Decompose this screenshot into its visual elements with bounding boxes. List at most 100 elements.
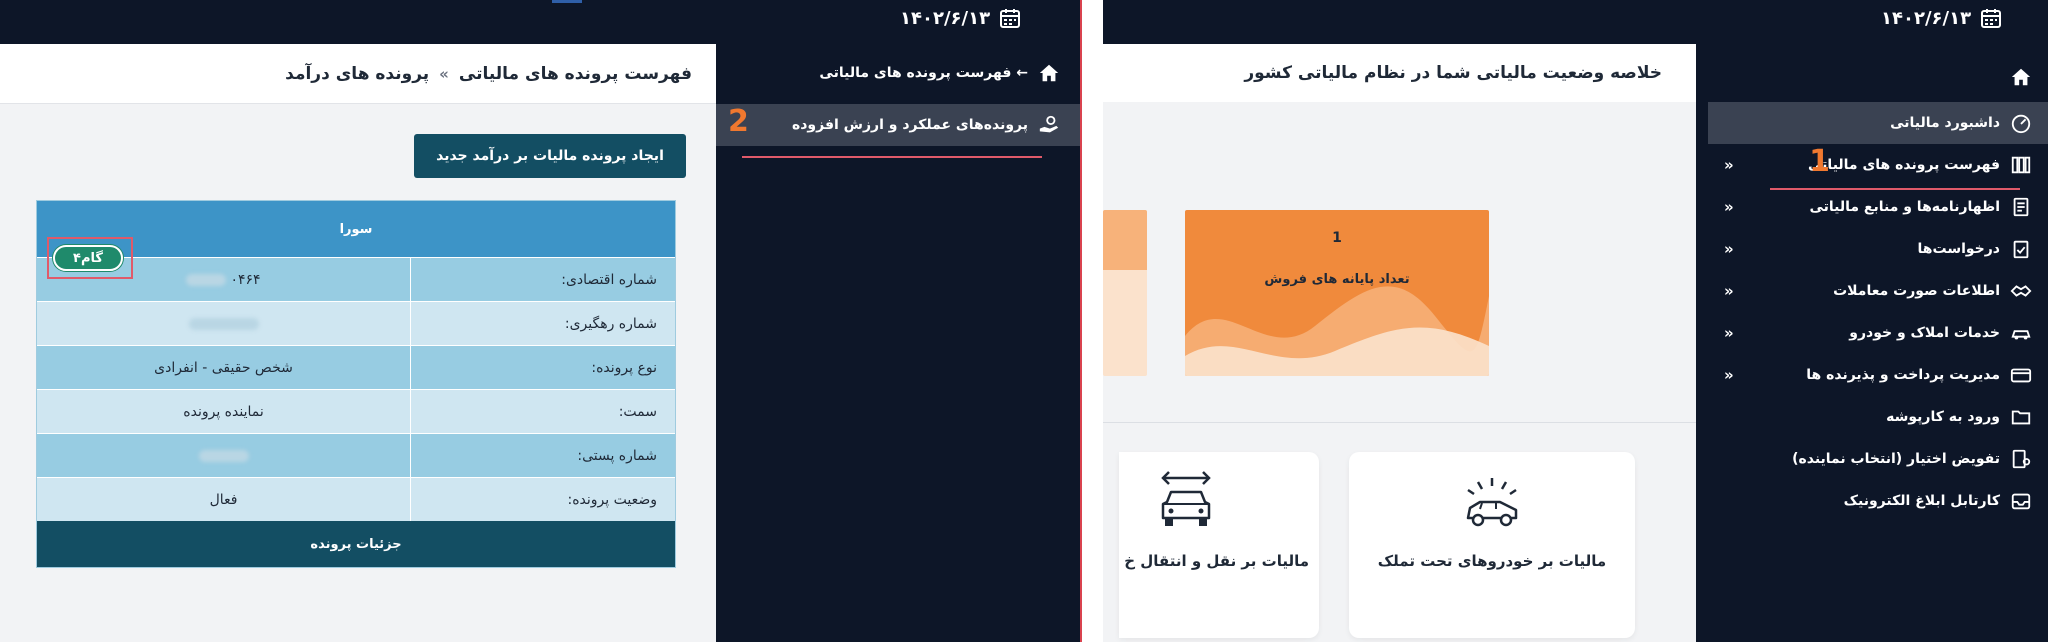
sidebar-item[interactable]: مدیریت پرداخت و پذیرنده ها « — [1708, 354, 2048, 396]
screenshot-gap — [1082, 0, 1103, 642]
right-screen: ۱۴۰۲/۶/۱۳ داشبورد مالیاتی فهرست پرونده ها… — [1103, 0, 2048, 642]
sidebar-item[interactable]: کارتابل ابلاغ الکترونیک — [1708, 480, 2048, 522]
sidebar-item[interactable]: خدمات املاک و خودرو « — [1708, 312, 2048, 354]
handshake-icon — [2010, 285, 2032, 297]
table-row: شماره پستی: — [37, 433, 675, 477]
sidebar-item[interactable]: درخواست‌ها « — [1708, 228, 2048, 270]
gauge-icon — [2011, 114, 2031, 134]
redacted-value — [198, 449, 249, 462]
car-transfer-icon — [1161, 471, 1211, 526]
partial-card-top — [1103, 210, 1147, 270]
date-display: ۱۴۰۲/۶/۱۳ — [900, 6, 1022, 30]
table-row: شماره رهگیری: — [37, 301, 675, 345]
sidebar-item-performance-files[interactable]: پرونده‌های عملکرد و ارزش افزوده 2 — [716, 104, 1080, 146]
request-icon — [2013, 240, 2029, 259]
sidebar-item[interactable]: اظهارنامه‌ها و منابع مالیاتی « — [1708, 186, 2048, 228]
sidebar-item[interactable]: تفویض اختیار (انتخاب نماینده) — [1708, 438, 2048, 480]
breadcrumb: فهرست پرونده های مالیاتی » پرونده های در… — [0, 44, 716, 104]
sidebar-item[interactable]: ورود به کارپوشه — [1708, 396, 2048, 438]
car-icon — [2011, 330, 2031, 340]
annotation-number: 1 — [1809, 144, 1830, 179]
sidebar-item-label: خدمات املاک و خودرو — [1849, 325, 2000, 341]
table-row: نوع پرونده: شخص حقیقی - انفرادی — [37, 345, 675, 389]
breadcrumb-parent[interactable]: فهرست پرونده های مالیاتی — [459, 64, 692, 84]
stat-card-pos-terminals[interactable]: 1 تعداد پایانه های فروش — [1185, 210, 1489, 376]
summary-title: خلاصه وضعیت مالیاتی شما در نظام مالیاتی … — [1103, 44, 1696, 102]
chevron-double-icon[interactable]: « — [1724, 324, 1742, 342]
file-details-button[interactable]: جزئیات پرونده — [37, 521, 675, 567]
row-value: فعال — [209, 491, 238, 508]
highlight-underline — [1770, 188, 2020, 190]
row-value — [37, 434, 410, 477]
chevron-double-icon[interactable]: « — [1724, 156, 1742, 174]
row-label: نوع پرونده: — [410, 346, 675, 389]
top-bar: ۱۴۰۲/۶/۱۳ — [0, 0, 1080, 44]
tile-owned-vehicles-tax[interactable]: مالیات بر خودروهای تحت تملک — [1349, 452, 1635, 638]
sidebar: داشبورد مالیاتی فهرست پرونده های مالیاتی «… — [1696, 44, 2048, 642]
breadcrumb-separator: » — [439, 64, 449, 83]
stat-label: تعداد پایانه های فروش — [1264, 272, 1410, 287]
sidebar-item[interactable]: فهرست پرونده های مالیاتی « — [1708, 144, 2048, 186]
sidebar: ← فهرست پرونده های مالیاتی پرونده‌های عم… — [716, 44, 1080, 642]
hand-coin-icon — [1039, 115, 1059, 133]
stat-value: 1 — [1332, 230, 1342, 246]
card-icon — [2010, 368, 2032, 383]
row-value: شخص حقیقی - انفرادی — [154, 359, 293, 376]
home-icon[interactable] — [2010, 66, 2032, 88]
economic-number-value: ۰۴۶۴ — [230, 271, 261, 288]
table-row: وضعیت پرونده: فعال — [37, 477, 675, 521]
tile-label: مالیات بر خودروهای تحت تملک — [1377, 552, 1607, 570]
sidebar-item[interactable]: داشبورد مالیاتی — [1708, 102, 2048, 144]
chevron-double-icon[interactable]: « — [1724, 282, 1742, 300]
tile-label: مالیات بر نقل و انتقال خ — [1124, 552, 1309, 570]
document-icon — [2013, 197, 2029, 217]
car-alert-icon — [1466, 478, 1518, 527]
chevron-double-icon[interactable]: « — [1724, 198, 1742, 216]
redacted-value — [188, 317, 259, 330]
sidebar-item-label: پرونده‌های عملکرد و ارزش افزوده — [791, 117, 1028, 133]
left-screen: ۱۴۰۲/۶/۱۳ ← فهرست پرونده های مالیاتی پرو… — [0, 0, 1080, 642]
date-text: ۱۴۰۲/۶/۱۳ — [1881, 7, 1972, 29]
date-display: ۱۴۰۲/۶/۱۳ — [1881, 6, 2003, 30]
sidebar-item-label: مدیریت پرداخت و پذیرنده ها — [1806, 367, 2000, 383]
calendar-icon[interactable] — [1979, 6, 2003, 30]
table-row: سمت: نماینده پرونده — [37, 389, 675, 433]
top-bar: ۱۴۰۲/۶/۱۳ — [1103, 0, 2048, 44]
sidebar-item-label: کارتابل ابلاغ الکترونیک — [1843, 493, 2000, 509]
sidebar-back-label: ← فهرست پرونده های مالیاتی — [819, 65, 1028, 81]
sidebar-back-link[interactable]: ← فهرست پرونده های مالیاتی — [819, 62, 1060, 84]
create-income-file-button[interactable]: ایجاد پرونده مالیات بر درآمد جدید — [414, 134, 686, 178]
home-icon — [1039, 64, 1059, 82]
delegate-icon — [2012, 449, 2031, 469]
sidebar-item[interactable]: اطلاعات صورت معاملات « — [1708, 270, 2048, 312]
row-label: سمت: — [410, 390, 675, 433]
chevron-double-icon[interactable]: « — [1724, 240, 1742, 258]
card-rows: شماره اقتصادی: ۰۴۶۴ شماره رهگیری: نوع پر… — [37, 257, 675, 521]
redacted-value — [186, 273, 227, 286]
files-icon — [2011, 156, 2031, 174]
calendar-icon[interactable] — [998, 6, 1022, 30]
section-divider — [1103, 422, 1696, 423]
sidebar-item-label: تفویض اختیار (انتخاب نماینده) — [1792, 451, 2000, 467]
row-label: شماره رهگیری: — [410, 302, 675, 345]
folder-icon — [2011, 410, 2031, 425]
breadcrumb-current: پرونده های درآمد — [285, 63, 430, 84]
chevron-double-icon[interactable]: « — [1724, 366, 1742, 384]
highlight-underline — [742, 156, 1042, 158]
step-badge[interactable]: گام۴ — [53, 245, 123, 271]
stat-card-partial[interactable] — [1103, 210, 1147, 376]
top-accent — [552, 0, 582, 3]
row-value: نماینده پرونده — [183, 403, 264, 420]
tile-vehicle-transfer-tax[interactable]: مالیات بر نقل و انتقال خ — [1119, 452, 1319, 638]
sidebar-item-label: اطلاعات صورت معاملات — [1833, 283, 2000, 299]
row-label: شماره اقتصادی: — [410, 258, 675, 301]
file-card: سورا شماره اقتصادی: ۰۴۶۴ شماره رهگیری: ن… — [36, 200, 676, 568]
sidebar-item-label: فهرست پرونده های مالیاتی — [1808, 157, 2000, 173]
row-value — [37, 302, 410, 345]
main-content: خلاصه وضعیت مالیاتی شما در نظام مالیاتی … — [1103, 44, 1696, 642]
sidebar-item-label: اظهارنامه‌ها و منابع مالیاتی — [1809, 199, 2000, 215]
main-content: فهرست پرونده های مالیاتی » پرونده های در… — [0, 44, 716, 642]
date-text: ۱۴۰۲/۶/۱۳ — [900, 7, 991, 29]
row-label: شماره پستی: — [410, 434, 675, 477]
sidebar-item-label: درخواست‌ها — [1917, 241, 2000, 257]
